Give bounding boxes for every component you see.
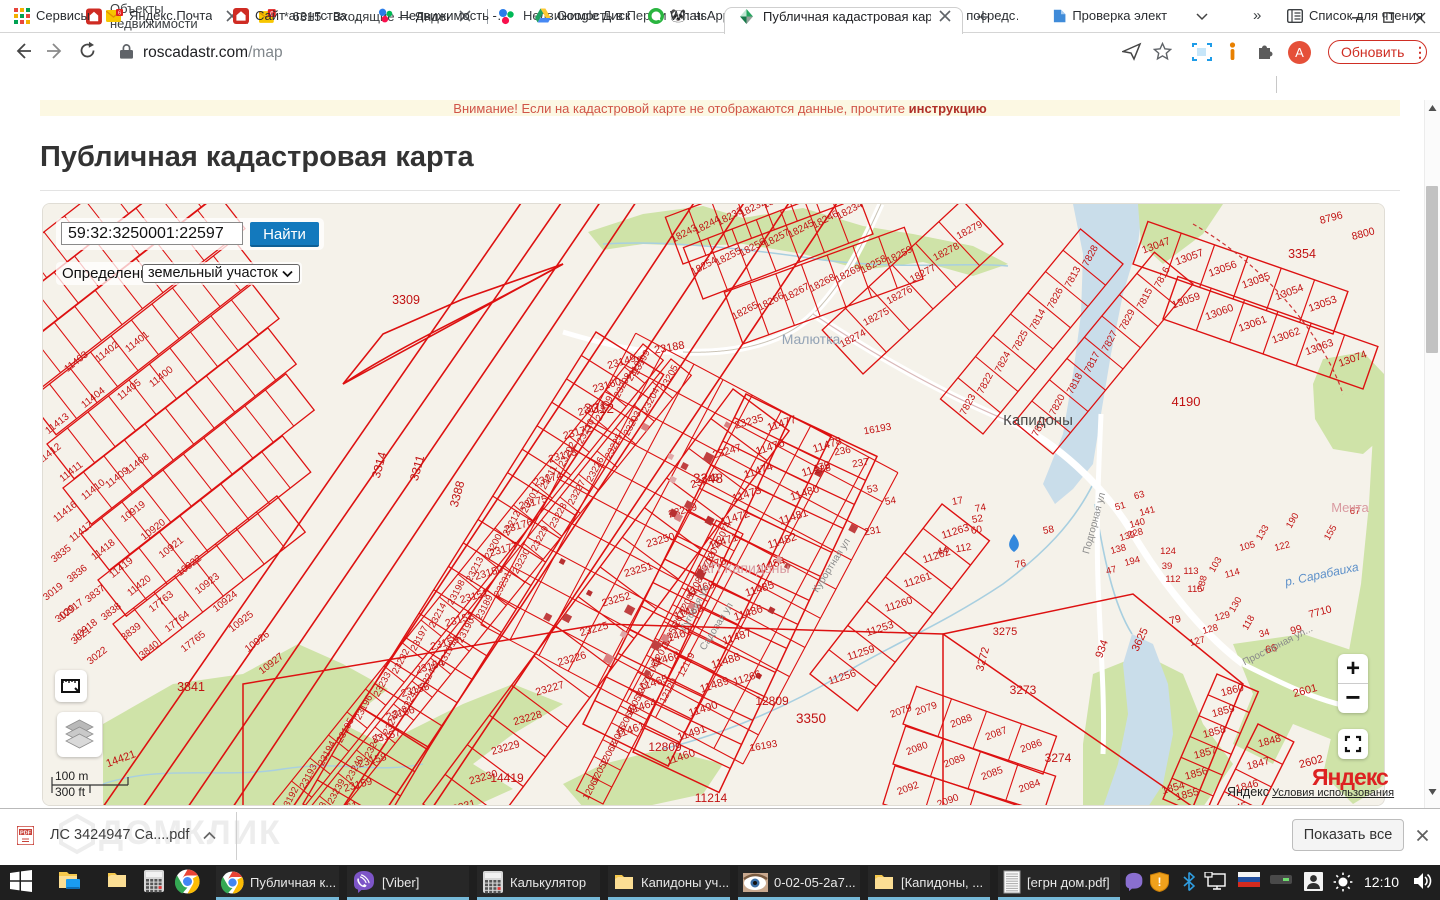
svg-text:PDF: PDF	[20, 830, 32, 836]
svg-text:!: !	[1158, 875, 1162, 889]
svg-text:12809: 12809	[755, 694, 789, 708]
svg-text:124: 124	[1160, 546, 1176, 557]
svg-text:3841: 3841	[177, 680, 205, 694]
svg-text:3350: 3350	[796, 711, 826, 726]
svg-text:Капидоны: Капидоны	[1003, 412, 1073, 429]
svg-text:КП Капидоны: КП Капидоны	[702, 560, 789, 576]
svg-text:3309: 3309	[392, 293, 420, 307]
svg-text:14419: 14419	[490, 771, 524, 785]
svg-text:6: 6	[118, 10, 121, 16]
svg-text:11214: 11214	[695, 791, 728, 805]
svg-text:4190: 4190	[1172, 394, 1201, 409]
svg-text:3274: 3274	[1045, 751, 1072, 765]
svg-text:3354: 3354	[1288, 247, 1316, 261]
svg-text:113: 113	[1183, 566, 1198, 577]
svg-text:Малютка: Малютка	[782, 331, 841, 347]
svg-text:3275: 3275	[993, 626, 1017, 638]
svg-text:Мечта: Мечта	[1331, 500, 1369, 515]
svg-text:39: 39	[1162, 561, 1173, 572]
svg-text:12809: 12809	[648, 740, 682, 754]
svg-text:112: 112	[1165, 574, 1180, 585]
